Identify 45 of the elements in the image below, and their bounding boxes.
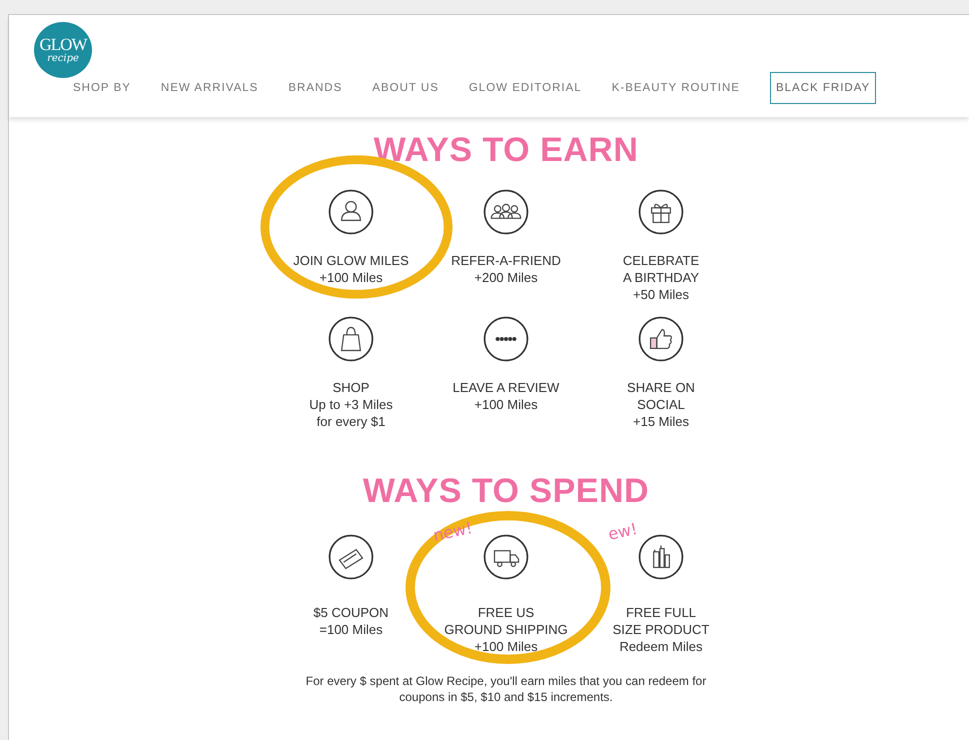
reward-text: +100 Miles xyxy=(474,396,538,413)
person-icon xyxy=(328,189,374,235)
reward-text: FREE US xyxy=(478,604,534,621)
gift-icon xyxy=(638,189,684,235)
reward-text: +15 Miles xyxy=(633,413,689,430)
reward-text: SOCIAL xyxy=(637,396,685,413)
reward-text: Redeem Miles xyxy=(619,638,703,655)
info-text: For every $ spent at Glow Recipe, you'll earn miles that you can redeem for coupons in $5, $10 and $15 increments. xyxy=(304,673,708,705)
reward-text: CELEBRATE xyxy=(622,252,700,269)
logo[interactable]: GLOW recipe xyxy=(34,22,92,78)
nav-link[interactable]: SHOP BY xyxy=(73,82,131,94)
reward-text: +100 Miles xyxy=(474,638,538,655)
shopping-bag-icon xyxy=(328,316,374,362)
new-label: ew! xyxy=(606,519,639,544)
reward-text: for every $1 xyxy=(316,413,386,430)
reward-text: +200 Miles xyxy=(474,269,538,286)
section-heading: WAYS TO EARN xyxy=(374,131,638,169)
reward-text: GROUND SHIPPING xyxy=(444,621,568,638)
reward-text: SHARE ON xyxy=(627,379,695,396)
ticket-icon xyxy=(328,534,374,580)
reward-text: LEAVE A REVIEW xyxy=(452,379,560,396)
reward-text: SIZE PRODUCT xyxy=(612,621,710,638)
reward-text: JOIN GLOW MILES xyxy=(293,252,409,269)
nav-link[interactable]: NEW ARRIVALS xyxy=(160,82,258,94)
reward-text: =100 Miles xyxy=(319,621,383,638)
nav-link[interactable]: K-BEAUTY ROUTINE xyxy=(612,82,740,94)
reward-text: $5 COUPON xyxy=(313,604,389,621)
reward-text: Up to +3 Miles xyxy=(309,396,393,413)
thumbs-up-icon xyxy=(638,316,684,362)
nav-button[interactable]: BLACK FRIDAY xyxy=(770,72,876,104)
reward-text: FREE FULL xyxy=(626,604,696,621)
nav-link[interactable]: GLOW EDITORIAL xyxy=(468,82,582,94)
nav-link[interactable]: ABOUT US xyxy=(372,82,439,94)
bottles-icon xyxy=(638,534,684,580)
people-icon xyxy=(483,189,529,235)
reward-text: SHOP xyxy=(332,379,370,396)
rating-stars-icon xyxy=(483,316,529,362)
reward-text: A BIRTHDAY xyxy=(622,269,700,286)
reward-text: +50 Miles xyxy=(633,286,689,303)
new-label: new! xyxy=(431,518,474,545)
truck-icon xyxy=(483,534,529,580)
reward-text: +100 Miles xyxy=(319,269,383,286)
section-heading: WAYS TO SPEND xyxy=(362,472,650,510)
nav-link[interactable]: BRANDS xyxy=(288,82,342,94)
reward-text: REFER-A-FRIEND xyxy=(451,252,561,269)
